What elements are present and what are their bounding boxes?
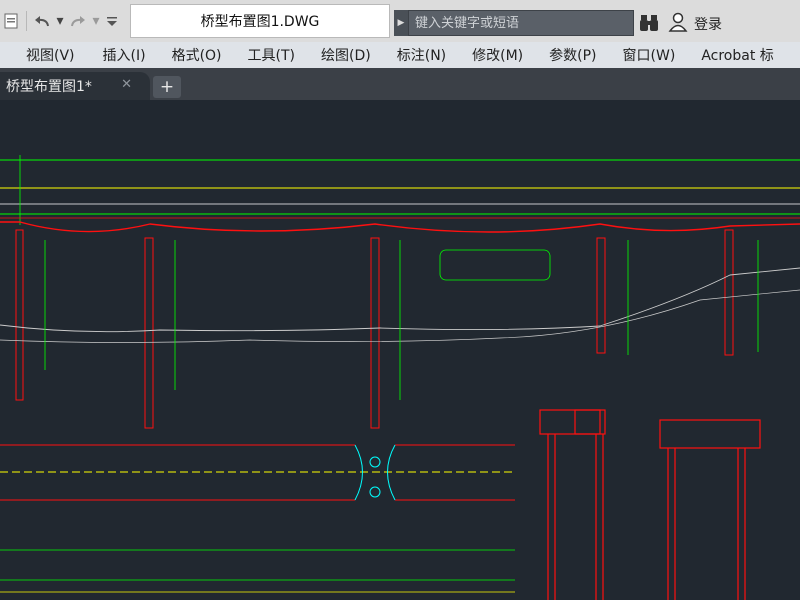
login-button[interactable]: 登录 — [668, 12, 722, 36]
document-tab-bar: 桥型布置图1* ✕ + — [0, 68, 800, 100]
document-title: 桥型布置图1.DWG — [130, 4, 390, 38]
plan-view — [0, 444, 515, 501]
quick-access-toolbar: ▾ ▾ — [0, 6, 121, 36]
close-icon[interactable]: ✕ — [121, 77, 132, 92]
menu-format[interactable]: 格式(O) — [158, 45, 234, 65]
menu-draw[interactable]: 绘图(D) — [307, 45, 383, 65]
menu-tools[interactable]: 工具(T) — [234, 45, 307, 65]
binoculars-icon[interactable] — [638, 12, 660, 34]
menu-view[interactable]: 视图(V) — [0, 45, 87, 65]
tab-label: 桥型布置图1* — [6, 79, 92, 95]
bridge-piers — [15, 229, 734, 429]
drawing-canvas[interactable] — [0, 100, 800, 600]
title-bar: ▾ ▾ 桥型布置图1.DWG ▶ 登录 — [0, 0, 800, 42]
search-box: ▶ — [394, 10, 634, 36]
plus-icon[interactable]: + — [153, 76, 181, 98]
menu-bar: 视图(V) 插入(I) 格式(O) 工具(T) 绘图(D) 标注(N) 修改(M… — [0, 42, 800, 68]
undo-icon[interactable] — [31, 9, 53, 33]
menu-window[interactable]: 窗口(W) — [609, 45, 688, 65]
menu-dimension[interactable]: 标注(N) — [383, 45, 458, 65]
search-input[interactable] — [408, 10, 634, 36]
menu-acrobat[interactable]: Acrobat 标 — [687, 45, 785, 65]
cad-drawing — [0, 155, 800, 600]
menu-modify[interactable]: 修改(M) — [458, 45, 535, 65]
overall-dimension-lines — [0, 155, 800, 225]
new-file-icon[interactable] — [0, 9, 22, 33]
dropdown-arrow-icon[interactable]: ▾ — [53, 9, 67, 33]
menu-insert[interactable]: 插入(I) — [87, 45, 158, 65]
cross-section-views — [539, 409, 761, 600]
redo-icon[interactable] — [67, 9, 89, 33]
search-expand-arrow-icon[interactable]: ▶ — [394, 10, 408, 36]
bridge-deck — [0, 217, 800, 233]
quick-access-menu-icon[interactable] — [103, 9, 121, 33]
tab-bridge-layout[interactable]: 桥型布置图1* ✕ — [0, 72, 150, 100]
toolbar-separator — [26, 11, 27, 31]
menu-parameters[interactable]: 参数(P) — [535, 45, 608, 65]
elevation-markers — [44, 240, 759, 400]
login-label: 登录 — [694, 17, 722, 33]
bottom-data-table — [0, 549, 515, 593]
user-icon — [668, 12, 688, 36]
dropdown-arrow-icon[interactable]: ▾ — [89, 9, 103, 33]
